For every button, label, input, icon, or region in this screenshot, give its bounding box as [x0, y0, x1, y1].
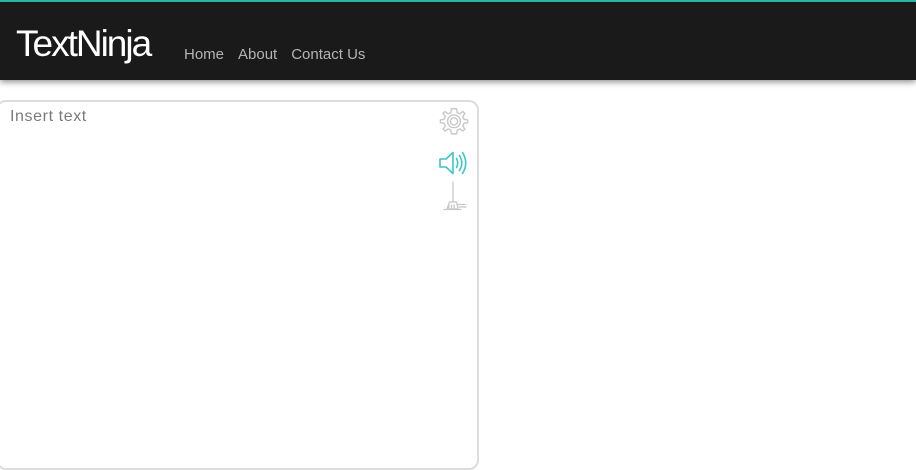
clear-button[interactable]: [441, 180, 469, 214]
nav-link-home[interactable]: Home: [184, 46, 224, 63]
speak-button[interactable]: [438, 149, 470, 177]
speaker-icon: [438, 149, 470, 177]
text-input[interactable]: [10, 108, 430, 438]
gear-icon: [437, 105, 471, 139]
nav-link-contact-us[interactable]: Contact Us: [291, 46, 365, 63]
nav-link-about[interactable]: About: [238, 46, 277, 63]
navbar: TextNinja Home About Contact Us: [0, 0, 916, 80]
nav-menu: Home About Contact Us: [184, 46, 365, 63]
brand-logo[interactable]: TextNinja: [16, 25, 152, 62]
settings-button[interactable]: [437, 105, 471, 139]
text-editor-panel: [0, 100, 479, 470]
broom-icon: [441, 180, 469, 214]
